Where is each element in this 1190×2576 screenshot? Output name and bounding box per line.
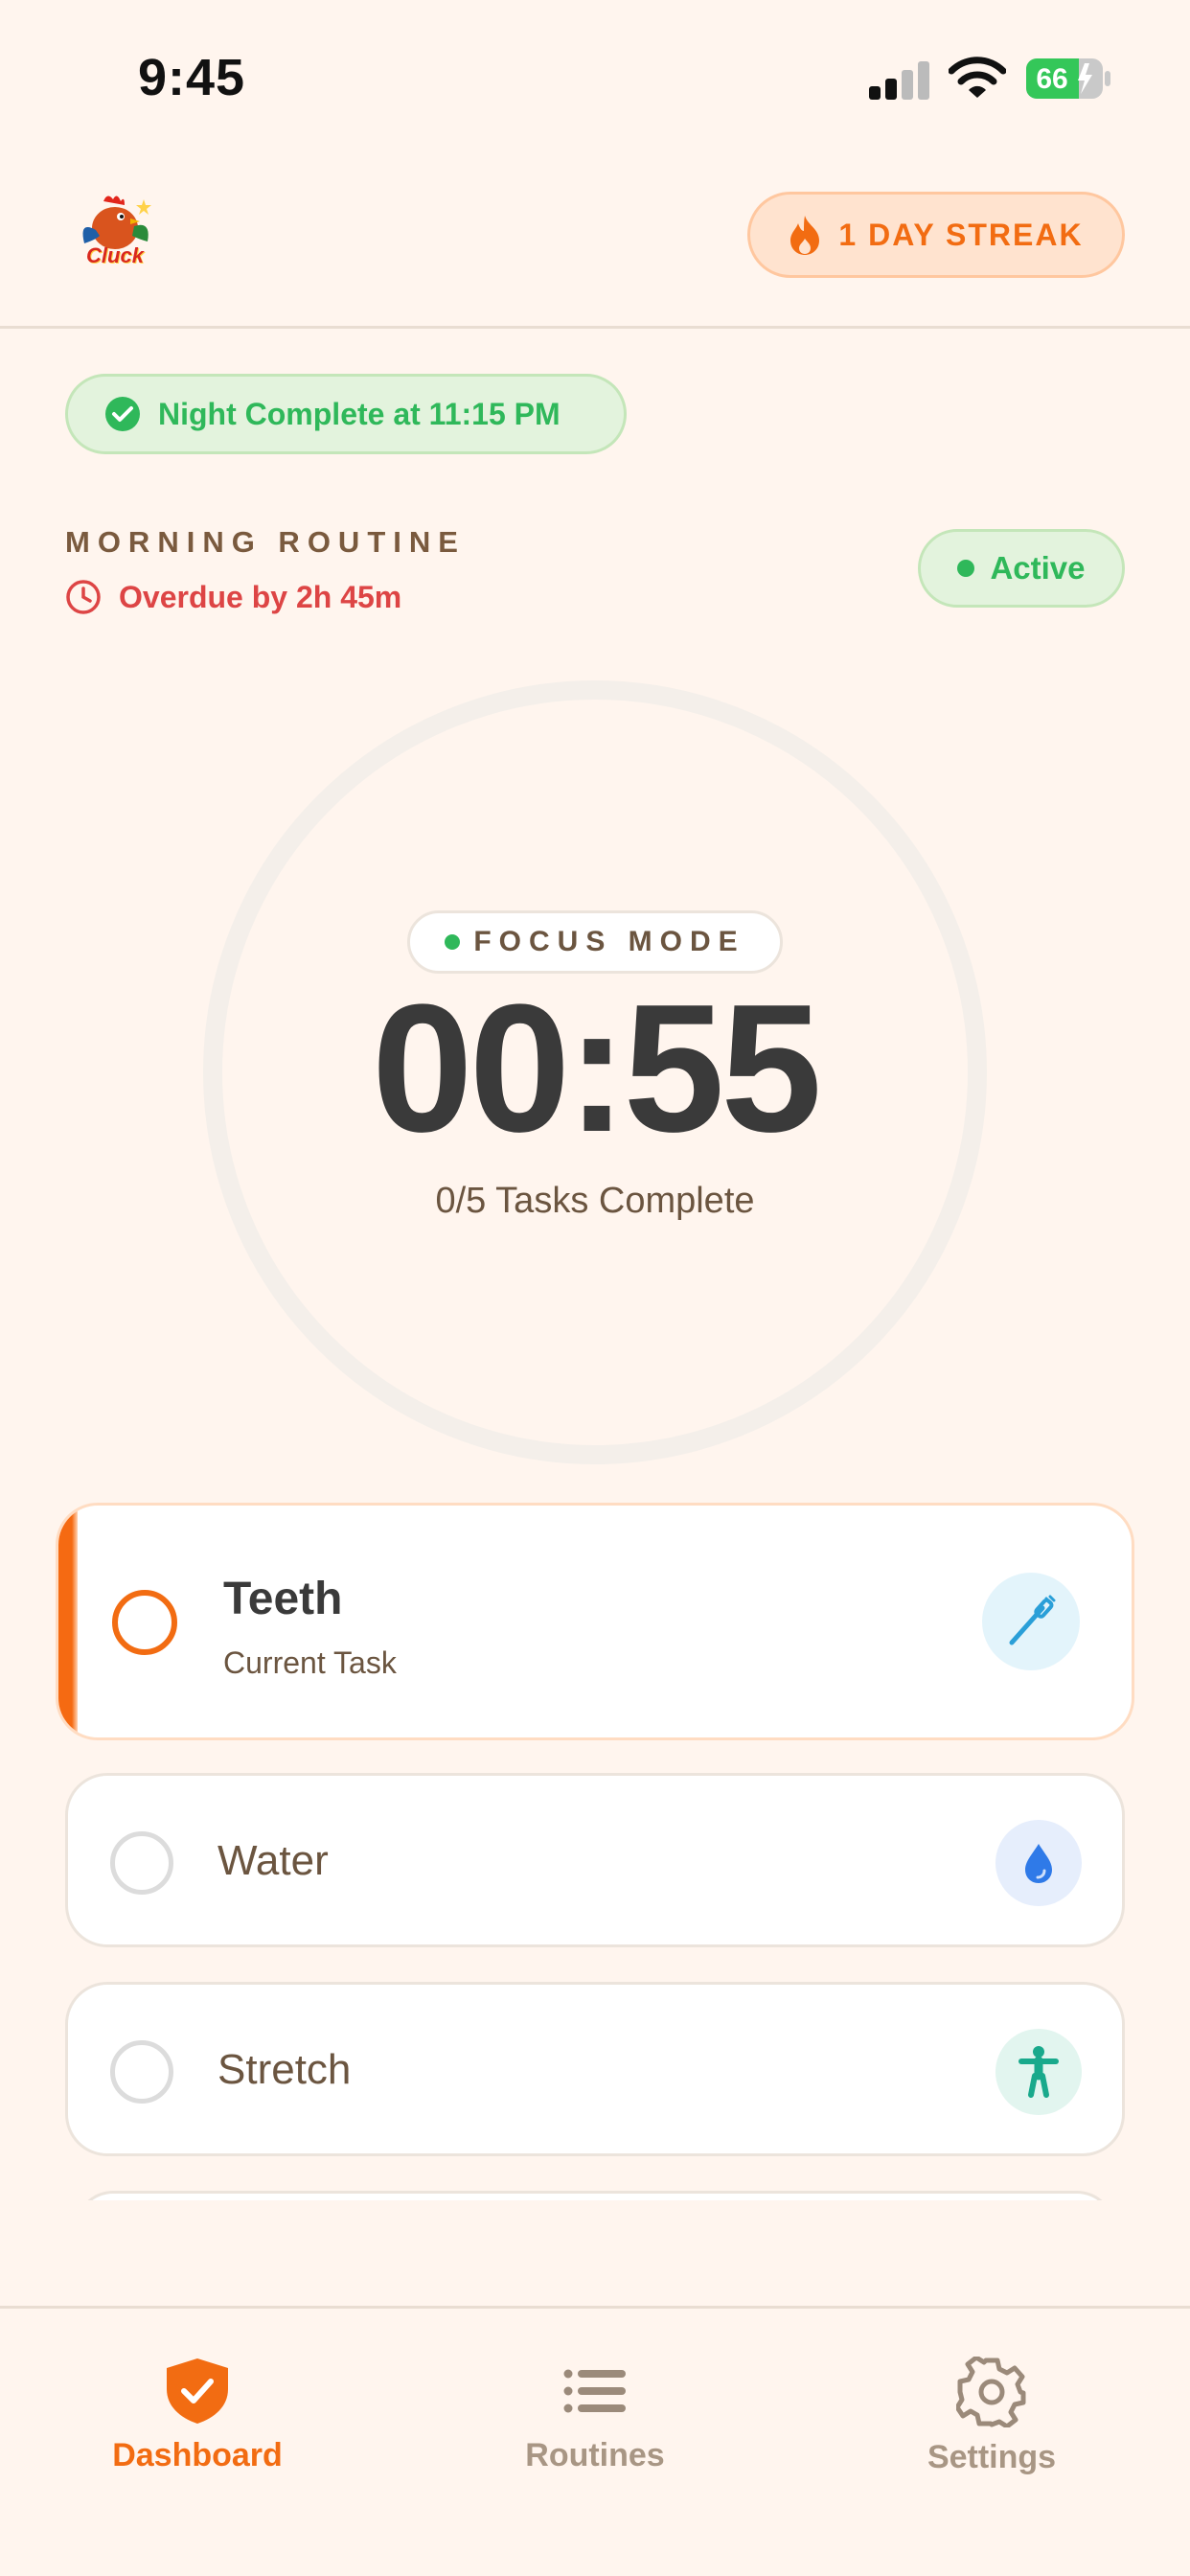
- streak-label: 1 DAY STREAK: [838, 217, 1084, 252]
- clock-icon: [66, 580, 101, 614]
- task-subtitle: Current Task: [223, 1645, 397, 1680]
- focus-mode-badge[interactable]: FOCUS MODE: [407, 910, 783, 974]
- status-time: 9:45: [138, 49, 246, 106]
- status-dot: [957, 560, 975, 577]
- routine-title: MORNING ROUTINE: [65, 525, 466, 559]
- stretch-figure-icon: [995, 2029, 1082, 2115]
- overdue-text: Overdue by 2h 45m: [119, 579, 402, 614]
- nav-item-routines[interactable]: Routines: [451, 2357, 739, 2474]
- task-title: Water: [217, 1837, 329, 1884]
- task-title: Stretch: [217, 2046, 352, 2093]
- routine-status-badge: Active: [918, 529, 1125, 608]
- task-checkbox[interactable]: [110, 1831, 173, 1895]
- tasks-progress-text: 0/5 Tasks Complete: [435, 1181, 755, 1221]
- streak-badge[interactable]: 1 DAY STREAK: [747, 192, 1125, 278]
- focus-dot: [445, 934, 461, 950]
- task-checkbox[interactable]: [112, 1590, 177, 1655]
- countdown-timer: 00:55: [372, 967, 822, 1170]
- nav-label: Dashboard: [112, 2437, 283, 2473]
- task-card-current[interactable]: Teeth Current Task: [56, 1503, 1134, 1740]
- current-task-indicator: [58, 1506, 78, 1737]
- task-title: Teeth: [223, 1574, 343, 1624]
- toothbrush-icon: [982, 1573, 1080, 1670]
- overdue-indicator: Overdue by 2h 45m: [65, 579, 401, 615]
- list-icon: [563, 2369, 626, 2413]
- logo-text: Cluck: [86, 243, 144, 267]
- list-fade: [0, 2200, 1190, 2306]
- nav-label: Settings: [927, 2439, 1057, 2475]
- wifi-icon: [948, 56, 1007, 100]
- cluck-logo: Cluck: [75, 192, 155, 272]
- battery-icon: 66: [1025, 58, 1111, 100]
- routine-status-label: Active: [990, 550, 1086, 586]
- check-circle-icon: [105, 397, 140, 431]
- header-divider: [0, 326, 1190, 329]
- task-card[interactable]: Water: [65, 1773, 1125, 1947]
- gear-icon: [956, 2357, 1026, 2427]
- nav-item-settings[interactable]: Settings: [848, 2357, 1135, 2476]
- shield-check-icon: [167, 2358, 228, 2424]
- cellular-signal-icon: [869, 61, 930, 100]
- nav-label: Routines: [525, 2437, 665, 2473]
- night-complete-label: Night Complete at 11:15 PM: [158, 396, 561, 431]
- focus-mode-label: FOCUS MODE: [473, 926, 745, 957]
- night-complete-badge: Night Complete at 11:15 PM: [65, 374, 627, 454]
- bottom-nav: Dashboard Routines Settings: [0, 2306, 1190, 2576]
- task-card[interactable]: Stretch: [65, 1982, 1125, 2156]
- task-checkbox[interactable]: [110, 2040, 173, 2104]
- water-drop-icon: [995, 1820, 1082, 1906]
- battery-level: 66: [1036, 63, 1067, 95]
- nav-item-dashboard[interactable]: Dashboard: [54, 2357, 341, 2474]
- flame-icon: [790, 216, 820, 255]
